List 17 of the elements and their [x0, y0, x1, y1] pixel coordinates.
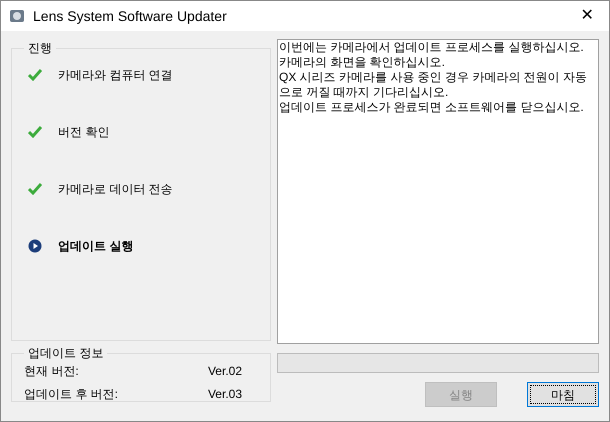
window-title: Lens System Software Updater	[33, 6, 227, 26]
message-text: 업데이트 프로세스가 완료되면 소프트웨어를 닫으십시오.	[279, 100, 585, 115]
info-label: 현재 버전:	[24, 363, 79, 380]
dialog-button[interactable]: 마침	[527, 382, 599, 407]
step-label: 업데이트 실행	[58, 238, 134, 255]
info-value: Ver.03	[208, 386, 242, 403]
step-label: 버전 확인	[58, 124, 110, 141]
group-title: 업데이트 정보	[27, 345, 104, 362]
app-icon	[9, 8, 25, 24]
close-button[interactable]: ✕	[565, 1, 609, 31]
message-text: 이번에는 카메라에서 업데이트 프로세스를 실행하십시오. 카메라의 화면을 확인하십시오.	[279, 40, 585, 70]
group-title: 진행	[27, 40, 53, 57]
message-text: QX 시리즈 카메라를 사용 중인 경우 카메라의 전원이 자동으로 꺼질 때까지 기다리십시오.	[279, 70, 588, 100]
step-label: 카메라와 컴퓨터 연결	[58, 67, 173, 84]
info-label: 업데이트 후 버전:	[24, 386, 118, 403]
info-value: Ver.02	[208, 363, 242, 380]
step-label: 카메라로 데이터 전송	[58, 181, 173, 198]
